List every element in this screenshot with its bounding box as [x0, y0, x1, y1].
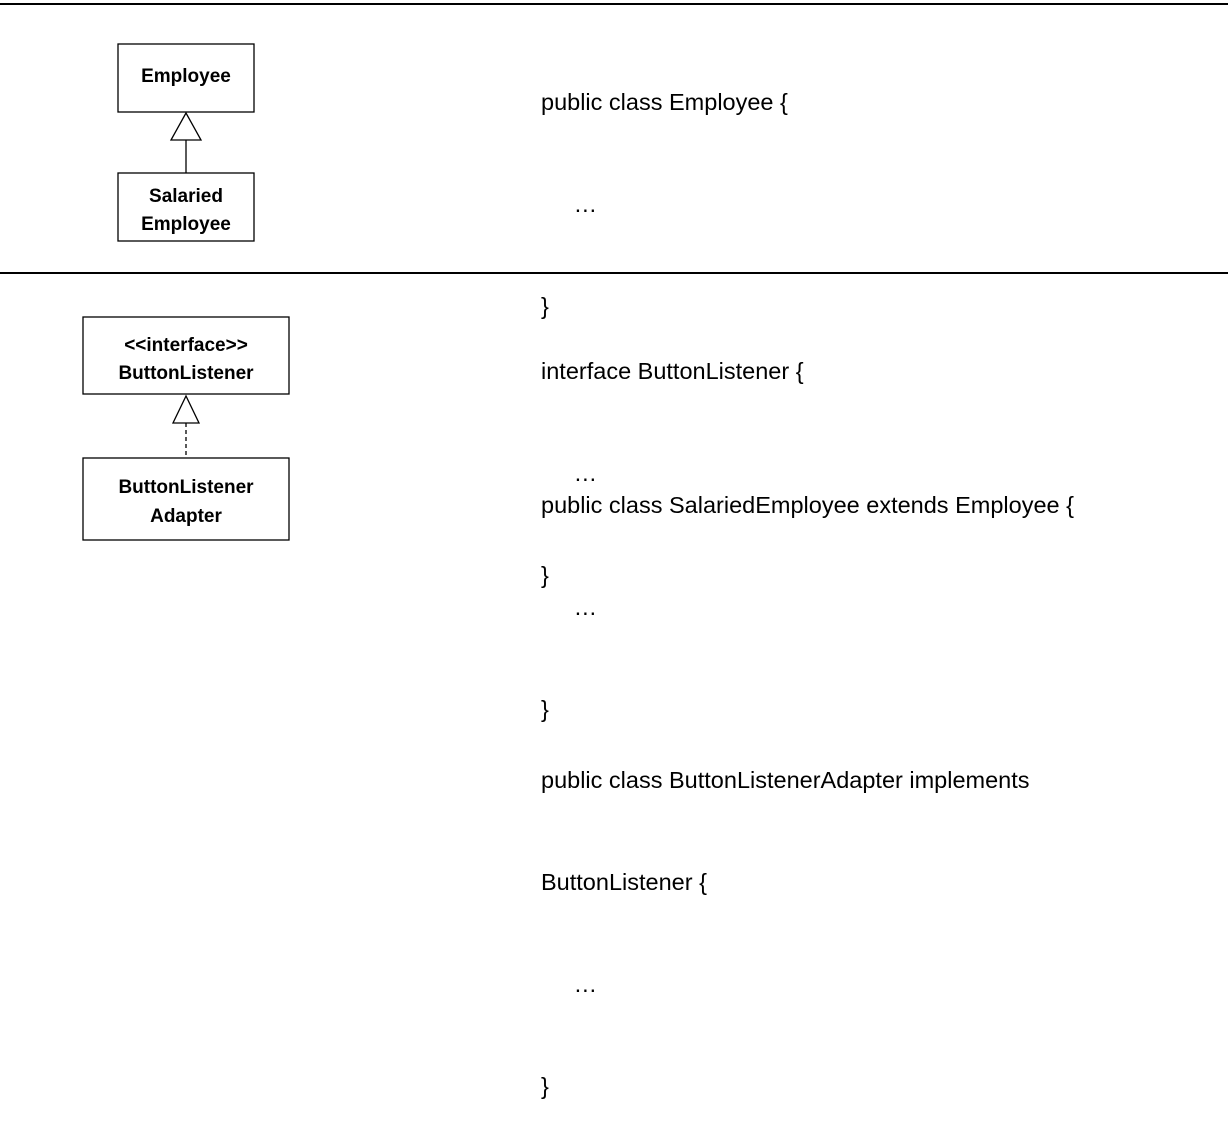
code-line: public class Employee {	[541, 89, 788, 115]
code-line: public class ButtonListenerAdapter imple…	[541, 767, 1030, 793]
uml-row-realization: <<interface>> ButtonListener ButtonListe…	[82, 316, 290, 541]
code-line: interface ButtonListener {	[541, 358, 804, 384]
button-listener-adapter-box	[82, 457, 290, 541]
adapter-name-line-1: ButtonListener	[118, 477, 254, 498]
adapter-name-line-2: Adapter	[150, 506, 222, 527]
salaried-employee-name-line-1: Salaried	[149, 186, 223, 207]
code-line: …	[541, 460, 598, 486]
code-line: …	[541, 191, 598, 217]
interface-stereotype: <<interface>>	[124, 335, 248, 356]
code-line: }	[541, 562, 549, 588]
generalization-arrowhead	[169, 111, 203, 141]
uml-row-inheritance: Employee Salaried Employee	[117, 43, 255, 242]
button-listener-name: ButtonListener	[118, 363, 254, 384]
code-line: …	[541, 971, 598, 997]
realization-arrowhead	[171, 394, 201, 424]
employee-class-name: Employee	[141, 66, 231, 87]
code-line: }	[541, 1073, 549, 1099]
salaried-employee-name-line-2: Employee	[141, 214, 231, 235]
code-block-realization: interface ButtonListener { … } public cl…	[541, 286, 1030, 1137]
code-line: ButtonListener {	[541, 869, 707, 895]
